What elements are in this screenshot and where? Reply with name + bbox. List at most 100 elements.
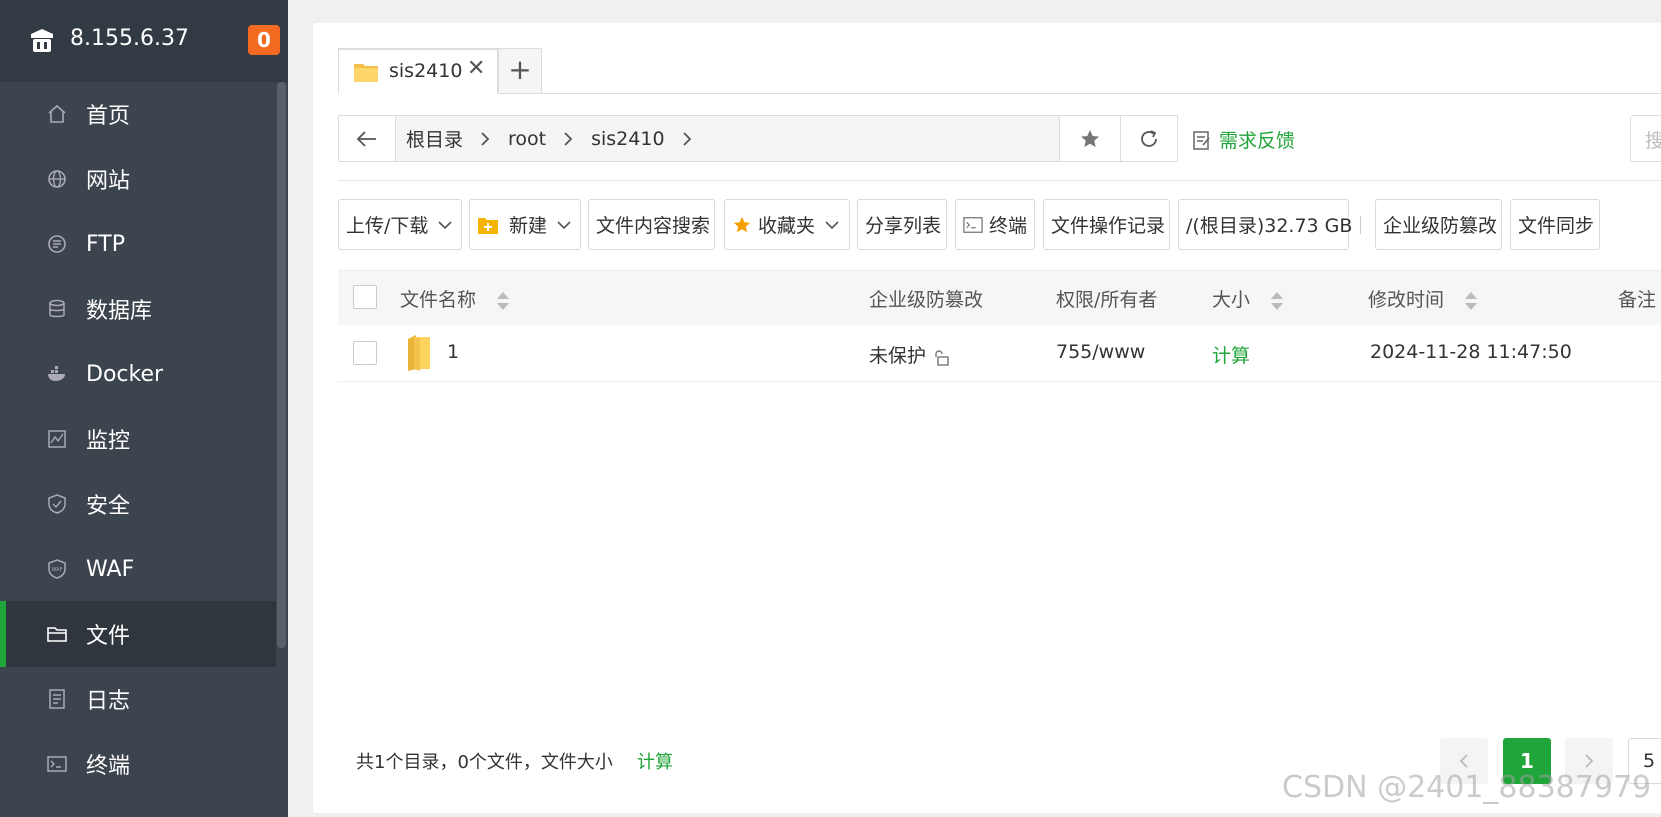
file-sync-button[interactable]: 文件同步 — [1510, 199, 1600, 250]
sidebar-item-docker[interactable]: Docker — [0, 341, 276, 407]
tamper-status-label: 未保护 — [869, 345, 927, 367]
tab-sis2410[interactable]: sis2410 ✕ — [338, 48, 498, 94]
close-icon[interactable]: ✕ — [467, 56, 485, 81]
monitor-icon — [46, 428, 68, 450]
sidebar-item-ftp[interactable]: FTP — [0, 211, 276, 277]
sidebar-item-website[interactable]: 网站 — [0, 146, 276, 212]
column-header-note: 备注 — [1618, 289, 1657, 311]
favorites-label: 收藏夹 — [758, 215, 816, 237]
calc-total-size-link[interactable]: 计算 — [637, 748, 673, 774]
share-list-button[interactable]: 分享列表 — [857, 199, 947, 250]
sidebar-item-label: 网站 — [86, 169, 131, 194]
sidebar: 8.155.6.37 0 首页 网站 FTP 数据库 Docker 监控 安全 … — [0, 0, 288, 817]
sort-icon[interactable] — [496, 290, 510, 312]
breadcrumb-current[interactable]: sis2410 — [591, 128, 664, 150]
sort-icon[interactable] — [1464, 290, 1478, 312]
server-logo-icon — [31, 29, 53, 52]
feedback-link[interactable]: 需求反馈 — [1193, 126, 1295, 153]
sidebar-item-security[interactable]: 安全 — [0, 471, 276, 537]
sort-icon[interactable] — [1270, 290, 1284, 312]
refresh-icon — [1141, 129, 1157, 147]
chevron-down-icon — [438, 220, 452, 229]
file-op-log-button[interactable]: 文件操作记录 — [1043, 199, 1170, 250]
calc-size-link[interactable]: 计算 — [1212, 341, 1250, 368]
folder-icon[interactable] — [406, 333, 434, 373]
sidebar-item-label: 数据库 — [86, 299, 153, 324]
refresh-button[interactable] — [1120, 115, 1178, 162]
chevron-right-icon — [564, 131, 573, 146]
server-header: 8.155.6.37 0 — [0, 0, 288, 82]
upload-download-label: 上传/下载 — [346, 215, 429, 237]
permission-owner[interactable]: 755/www — [1056, 341, 1145, 363]
favorite-button[interactable] — [1059, 115, 1121, 162]
sidebar-item-label: 首页 — [86, 104, 131, 129]
terminal-button[interactable]: 终端 — [955, 199, 1035, 250]
share-list-label: 分享列表 — [865, 215, 942, 237]
file-sync-label: 文件同步 — [1518, 215, 1595, 237]
breadcrumb-root-dir[interactable]: root — [508, 128, 546, 150]
disk-usage-button[interactable]: /(根目录)32.73 GB — [1178, 199, 1352, 250]
new-button[interactable]: 新建 — [469, 199, 581, 250]
column-header-tamper: 企业级防篡改 — [869, 289, 984, 311]
sidebar-item-label: 日志 — [86, 689, 131, 714]
home-icon — [46, 103, 68, 125]
docker-icon — [46, 363, 68, 385]
log-icon — [46, 688, 68, 710]
column-header-name[interactable]: 文件名称 — [400, 285, 510, 312]
sidebar-item-label: FTP — [86, 231, 125, 257]
sidebar-item-label: 安全 — [86, 494, 131, 519]
sidebar-item-terminal[interactable]: 终端 — [0, 731, 276, 797]
toolbar-separator — [1360, 216, 1361, 234]
database-icon — [46, 298, 68, 320]
back-button[interactable] — [338, 115, 396, 162]
edit-note-icon — [1193, 130, 1210, 150]
chevron-right-icon — [682, 131, 691, 146]
sidebar-item-label: 文件 — [86, 624, 131, 649]
chevron-down-icon — [557, 220, 571, 229]
tamper-protection-button[interactable]: 企业级防篡改 — [1375, 199, 1502, 250]
sidebar-item-label: WAF — [86, 556, 135, 582]
feedback-label: 需求反馈 — [1219, 130, 1296, 152]
tamper-protection-label: 企业级防篡改 — [1383, 215, 1498, 237]
tamper-status[interactable]: 未保护 — [869, 341, 950, 368]
file-op-log-label: 文件操作记录 — [1051, 215, 1166, 237]
folder-icon — [354, 64, 378, 82]
sidebar-item-files[interactable]: 文件 — [0, 601, 276, 667]
file-name[interactable]: 1 — [447, 341, 459, 363]
sidebar-scrollbar[interactable] — [277, 82, 286, 648]
upload-download-button[interactable]: 上传/下载 — [338, 199, 462, 250]
shield-icon — [46, 493, 68, 515]
sidebar-item-home[interactable]: 首页 — [0, 81, 276, 147]
sidebar-item-monitor[interactable]: 监控 — [0, 406, 276, 472]
folder-icon — [46, 623, 68, 645]
watermark: CSDN @2401_88387979 — [1282, 770, 1652, 805]
select-all-checkbox[interactable] — [353, 285, 377, 309]
notification-badge[interactable]: 0 — [248, 25, 280, 55]
row-checkbox[interactable] — [353, 341, 377, 365]
column-header-label: 大小 — [1212, 289, 1251, 311]
svg-text:WAF: WAF — [52, 567, 63, 573]
column-header-mtime[interactable]: 修改时间 — [1368, 285, 1478, 312]
new-folder-icon — [478, 217, 498, 234]
sidebar-item-label: 终端 — [86, 754, 131, 779]
column-header-label: 修改时间 — [1368, 289, 1445, 311]
sidebar-item-label: 监控 — [86, 429, 131, 454]
column-header-size[interactable]: 大小 — [1212, 285, 1284, 312]
modified-time: 2024-11-28 11:47:50 — [1370, 341, 1572, 363]
column-header-label: 文件名称 — [400, 289, 477, 311]
favorites-button[interactable]: 收藏夹 — [724, 199, 850, 250]
star-icon — [733, 216, 751, 232]
terminal-label: 终端 — [988, 215, 1027, 237]
breadcrumb[interactable]: 根目录 root sis2410 — [395, 115, 1060, 162]
unlock-icon — [935, 349, 949, 366]
globe-icon — [46, 168, 68, 190]
terminal-icon — [46, 753, 68, 775]
sidebar-item-database[interactable]: 数据库 — [0, 276, 276, 342]
content-search-button[interactable]: 文件内容搜索 — [588, 199, 715, 250]
star-icon — [1081, 129, 1099, 147]
breadcrumb-root[interactable]: 根目录 — [406, 125, 463, 152]
search-input[interactable]: 搜 — [1630, 115, 1661, 162]
sidebar-item-logs[interactable]: 日志 — [0, 666, 276, 732]
add-tab-button[interactable]: + — [498, 48, 542, 94]
sidebar-item-waf[interactable]: WAF WAF — [0, 536, 276, 602]
